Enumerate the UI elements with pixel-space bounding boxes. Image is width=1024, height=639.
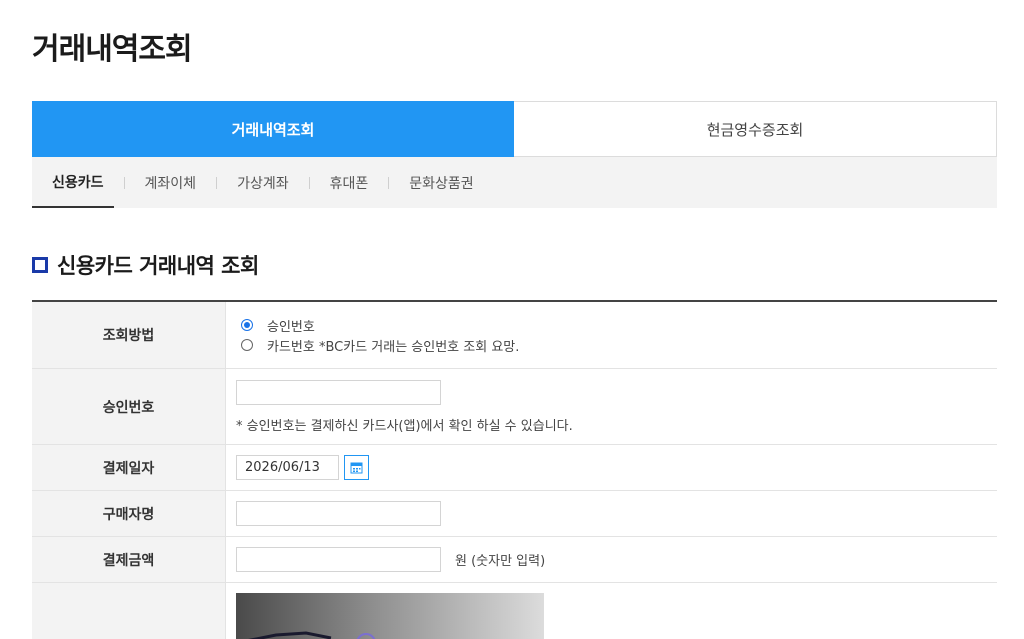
sub-tab-mobile[interactable]: 휴대폰	[320, 157, 379, 208]
row-buyer: 구매자명	[32, 491, 997, 537]
method-options: 승인번호 카드번호 *BC카드 거래는 승인번호 조회 요망.	[226, 302, 997, 368]
page-title: 거래내역조회	[32, 32, 193, 67]
option-approval-number[interactable]: 승인번호	[236, 316, 987, 335]
amount-label: 결제금액	[32, 537, 226, 582]
section-title: 신용카드 거래내역 조회	[32, 250, 259, 280]
section-title-text: 신용카드 거래내역 조회	[57, 254, 259, 278]
radio-card-number[interactable]	[241, 339, 253, 351]
sub-tab-gift-certificate[interactable]: 문화상품권	[399, 157, 483, 208]
buyer-label: 구매자명	[32, 491, 226, 536]
square-icon	[32, 257, 48, 273]
main-tabs: 거래내역조회 현금영수증조회	[32, 101, 997, 157]
option-card-number[interactable]: 카드번호 *BC카드 거래는 승인번호 조회 요망.	[236, 336, 987, 355]
approval-hint: * 승인번호는 결제하신 카드사(앱)에서 확인 하실 수 있습니다.	[236, 418, 573, 434]
captcha-label	[32, 583, 226, 639]
amount-input[interactable]	[236, 547, 441, 572]
option-label: 카드번호 *BC카드 거래는 승인번호 조회 요망.	[267, 339, 520, 355]
divider	[216, 176, 218, 189]
divider	[123, 176, 125, 189]
date-label: 결제일자	[32, 445, 226, 490]
sub-tab-virtual-account[interactable]: 가상계좌	[227, 157, 299, 208]
divider	[388, 176, 390, 189]
calendar-icon[interactable]	[344, 455, 369, 480]
amount-content: 원 (숫자만 입력)	[226, 537, 997, 582]
divider	[308, 176, 310, 189]
approval-content: * 승인번호는 결제하신 카드사(앱)에서 확인 하실 수 있습니다.	[226, 369, 997, 444]
row-amount: 결제금액 원 (숫자만 입력)	[32, 537, 997, 583]
sub-tabs: 신용카드 계좌이체 가상계좌 휴대폰 문화상품권	[32, 157, 997, 208]
approval-number-input[interactable]	[236, 379, 441, 405]
buyer-name-input[interactable]	[236, 501, 441, 526]
sub-tab-credit-card[interactable]: 신용카드	[32, 157, 114, 208]
date-content	[226, 445, 997, 490]
captcha-image	[236, 593, 544, 639]
captcha-content	[226, 583, 997, 639]
sub-tab-account-transfer[interactable]: 계좌이체	[135, 157, 207, 208]
radio-approval-number[interactable]	[241, 319, 253, 331]
approval-label: 승인번호	[32, 369, 226, 444]
row-method: 조회방법 승인번호 카드번호 *BC카드 거래는 승인번호 조회 요망.	[32, 302, 997, 369]
method-label: 조회방법	[32, 302, 226, 368]
row-date: 결제일자	[32, 445, 997, 491]
payment-date-input[interactable]	[236, 455, 339, 480]
row-captcha	[32, 583, 997, 639]
tab-transaction-history[interactable]: 거래내역조회	[32, 101, 514, 157]
search-form: 조회방법 승인번호 카드번호 *BC카드 거래는 승인번호 조회 요망. 승인번…	[32, 300, 997, 639]
tab-cash-receipt[interactable]: 현금영수증조회	[514, 101, 997, 157]
buyer-content	[226, 491, 997, 536]
amount-unit: 원 (숫자만 입력)	[455, 554, 546, 569]
option-label: 승인번호	[267, 319, 315, 335]
row-approval: 승인번호 * 승인번호는 결제하신 카드사(앱)에서 확인 하실 수 있습니다.	[32, 369, 997, 445]
